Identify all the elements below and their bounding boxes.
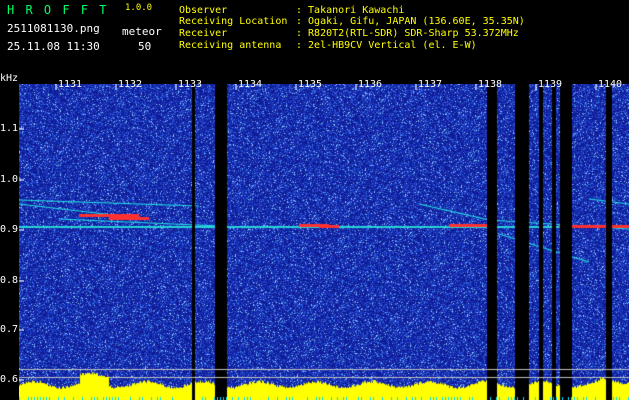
meteor-count: 50 — [138, 40, 152, 53]
y-tick-label: 0.8 — [0, 275, 19, 286]
x-tick-label: 1133 — [178, 79, 203, 90]
x-tick-label: 1134 — [238, 79, 263, 90]
y-tick-label: 1.0 — [0, 174, 19, 185]
x-tick-label: 1136 — [358, 79, 383, 90]
antenna-label: Receiving antenna — [179, 40, 282, 51]
x-tick-label: 1137 — [418, 79, 443, 90]
observer-label: Observer — [179, 5, 228, 16]
x-tick-label: 1139 — [538, 79, 563, 90]
timestamp: 25.11.08 11:30 — [7, 40, 100, 53]
location-label: Receiving Location — [179, 16, 288, 27]
y-tick-label: 0.7 — [0, 324, 19, 335]
file-name: 2511081130.png — [7, 22, 100, 35]
y-tick-label: 0.9 — [0, 224, 19, 235]
y-axis-unit-label: kHz — [0, 73, 19, 84]
x-tick-label: 1135 — [298, 79, 323, 90]
location-value: : Ogaki, Gifu, JAPAN (136.60E, 35.35N) — [296, 16, 525, 27]
app-version: 1.0.0 — [125, 3, 153, 13]
spectrogram-canvas — [19, 84, 629, 400]
x-tick-label: 1132 — [118, 79, 143, 90]
receiver-value: : R820T2(RTL-SDR) SDR-Sharp 53.372MHz — [296, 28, 519, 39]
app-title: H R O F F T — [7, 3, 109, 17]
antenna-value: : 2el-HB9CV Vertical (el. E-W) — [296, 40, 477, 51]
x-tick-label: 1138 — [478, 79, 503, 90]
y-tick-label: 0.6 — [0, 374, 19, 385]
receiver-label: Receiver — [179, 28, 228, 39]
observer-value: : Takanori Kawachi — [296, 5, 405, 16]
x-tick-label: 1131 — [58, 79, 83, 90]
meteor-label: meteor — [122, 25, 162, 38]
y-tick-label: 1.1 — [0, 123, 19, 134]
x-tick-label: 1140 — [598, 79, 623, 90]
